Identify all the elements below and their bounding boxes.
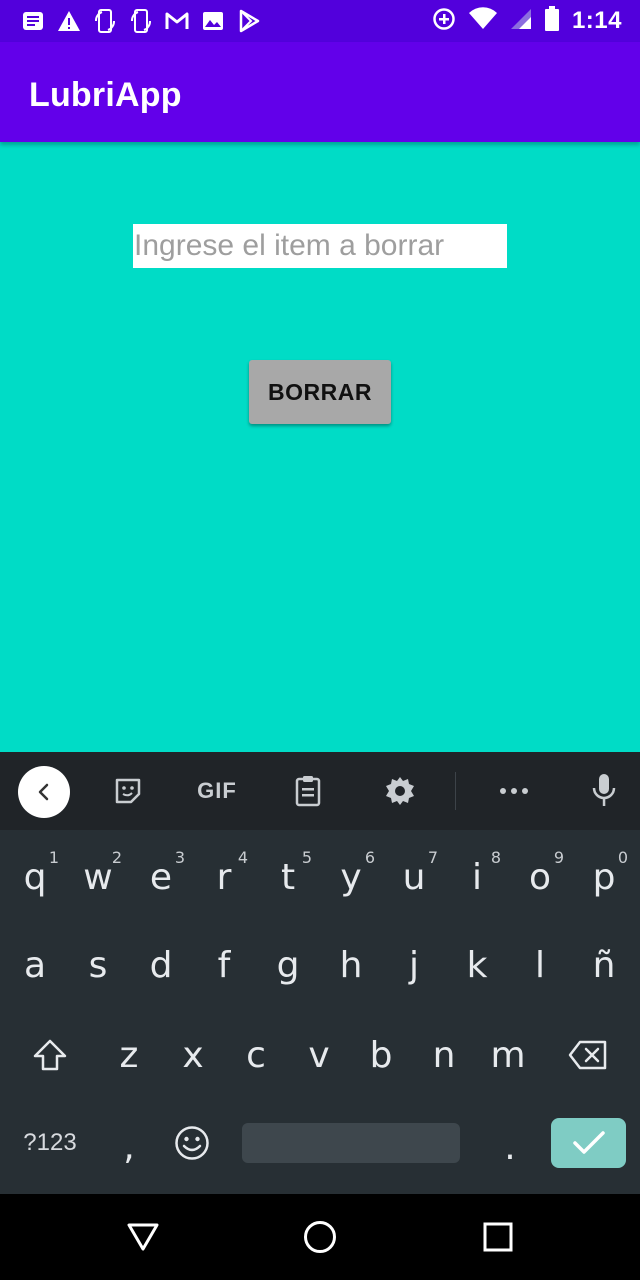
key-h[interactable]: h bbox=[319, 920, 383, 1010]
key-z[interactable]: z bbox=[97, 1010, 161, 1100]
key-number-hint: 0 bbox=[617, 848, 628, 867]
key-x[interactable]: x bbox=[161, 1010, 225, 1100]
system-icons: 1:14 bbox=[432, 5, 622, 37]
key-k[interactable]: k bbox=[445, 920, 509, 1010]
key-label: r bbox=[216, 856, 232, 898]
shift-key[interactable] bbox=[18, 1010, 82, 1100]
sync-phone-icon bbox=[92, 8, 118, 34]
key-label: i bbox=[471, 856, 482, 898]
signal-icon bbox=[510, 7, 532, 36]
key-q[interactable]: q1 bbox=[3, 832, 67, 922]
key-number-hint: 2 bbox=[111, 848, 122, 867]
key-j[interactable]: j bbox=[382, 920, 446, 1010]
more-icon[interactable] bbox=[495, 770, 533, 812]
sync-phone-icon bbox=[128, 8, 154, 34]
borrar-button[interactable]: BORRAR bbox=[249, 360, 391, 424]
item-to-delete-input[interactable] bbox=[133, 224, 507, 268]
battery-icon bbox=[544, 5, 560, 37]
key-n-tilde[interactable]: ñ bbox=[572, 920, 636, 1010]
navigation-bar bbox=[0, 1194, 640, 1280]
key-y[interactable]: y6 bbox=[319, 832, 383, 922]
key-g[interactable]: g bbox=[256, 920, 320, 1010]
key-label: e bbox=[149, 856, 173, 898]
gmail-icon bbox=[164, 8, 190, 34]
key-number-hint: 9 bbox=[553, 848, 564, 867]
enter-key[interactable] bbox=[551, 1118, 626, 1168]
key-i[interactable]: i8 bbox=[445, 832, 509, 922]
data-saver-icon bbox=[432, 7, 456, 36]
key-label: u bbox=[402, 856, 426, 898]
key-c[interactable]: c bbox=[224, 1010, 288, 1100]
space-key[interactable] bbox=[242, 1123, 460, 1163]
app-bar: LubriApp bbox=[0, 42, 640, 142]
key-u[interactable]: u7 bbox=[382, 832, 446, 922]
key-r[interactable]: r4 bbox=[192, 832, 256, 922]
notification-icon bbox=[20, 8, 46, 34]
home-circle-icon[interactable] bbox=[302, 1219, 338, 1255]
key-m[interactable]: m bbox=[476, 1010, 540, 1100]
app-title: LubriApp bbox=[29, 76, 182, 114]
gif-label: GIF bbox=[197, 778, 237, 803]
key-number-hint: 3 bbox=[174, 848, 185, 867]
key-p[interactable]: p0 bbox=[572, 832, 636, 922]
period-key[interactable]: . bbox=[478, 1102, 542, 1192]
key-t[interactable]: t5 bbox=[256, 832, 320, 922]
key-label: q bbox=[23, 856, 47, 898]
warning-icon bbox=[56, 8, 82, 34]
symbols-key[interactable]: ?123 bbox=[10, 1098, 90, 1188]
backspace-key[interactable] bbox=[556, 1010, 620, 1100]
key-label: o bbox=[528, 856, 552, 898]
key-w[interactable]: w2 bbox=[66, 832, 130, 922]
key-l[interactable]: l bbox=[508, 920, 572, 1010]
back-chevron-icon[interactable] bbox=[18, 766, 70, 818]
shift-arrow-icon bbox=[33, 1039, 67, 1071]
key-d[interactable]: d bbox=[129, 920, 193, 1010]
keyboard-toolbar: GIF bbox=[0, 752, 640, 830]
key-s[interactable]: s bbox=[66, 920, 130, 1010]
key-label: p bbox=[592, 856, 616, 898]
notification-icons bbox=[20, 8, 262, 34]
key-label: t bbox=[280, 856, 296, 898]
settings-gear-icon[interactable] bbox=[381, 770, 419, 812]
key-number-hint: 6 bbox=[364, 848, 375, 867]
key-a[interactable]: a bbox=[3, 920, 67, 1010]
microphone-icon[interactable] bbox=[586, 770, 622, 812]
key-number-hint: 7 bbox=[427, 848, 438, 867]
wifi-icon bbox=[468, 6, 498, 36]
emoji-icon bbox=[175, 1126, 209, 1160]
main-content: BORRAR bbox=[0, 142, 640, 752]
backspace-icon bbox=[568, 1040, 607, 1070]
key-o[interactable]: o9 bbox=[508, 832, 572, 922]
play-store-icon bbox=[236, 8, 262, 34]
key-number-hint: 8 bbox=[490, 848, 501, 867]
sticker-icon[interactable] bbox=[108, 770, 148, 812]
emoji-key[interactable] bbox=[160, 1098, 224, 1188]
key-v[interactable]: v bbox=[287, 1010, 351, 1100]
key-label: w bbox=[83, 856, 113, 898]
key-label: y bbox=[340, 856, 362, 898]
key-number-hint: 5 bbox=[301, 848, 312, 867]
toolbar-divider bbox=[455, 772, 456, 810]
keyboard: q1 w2 e3 r4 t5 y6 u7 i8 o9 p0 a s d f g … bbox=[0, 830, 640, 1194]
key-b[interactable]: b bbox=[349, 1010, 413, 1100]
status-time: 1:14 bbox=[571, 7, 622, 34]
check-icon bbox=[572, 1131, 605, 1154]
status-bar: 1:14 bbox=[0, 0, 640, 42]
key-n[interactable]: n bbox=[412, 1010, 476, 1100]
key-number-hint: 1 bbox=[48, 848, 59, 867]
back-triangle-icon[interactable] bbox=[125, 1219, 161, 1255]
gif-icon[interactable]: GIF bbox=[192, 770, 242, 812]
comma-key[interactable]: , bbox=[97, 1102, 161, 1192]
clipboard-icon[interactable] bbox=[290, 770, 326, 812]
image-icon bbox=[200, 8, 226, 34]
recents-square-icon[interactable] bbox=[480, 1219, 516, 1255]
key-number-hint: 4 bbox=[237, 848, 248, 867]
key-f[interactable]: f bbox=[192, 920, 256, 1010]
key-e[interactable]: e3 bbox=[129, 832, 193, 922]
